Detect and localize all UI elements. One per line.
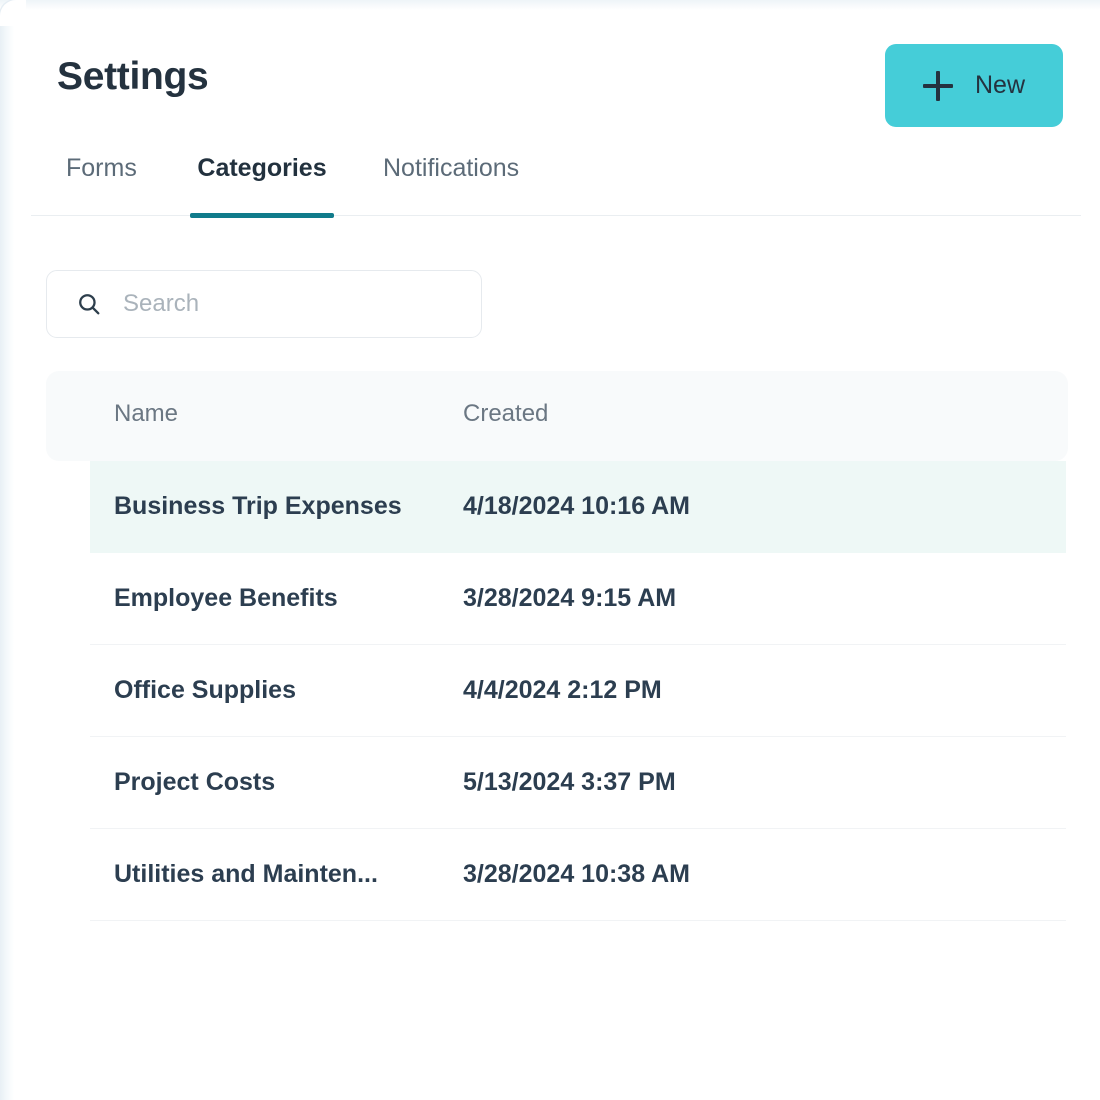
surface-left-shadow <box>0 0 14 1100</box>
cell-created: 3/28/2024 10:38 AM <box>463 860 691 888</box>
cell-created: 3/28/2024 9:15 AM <box>463 584 677 612</box>
table-row[interactable]: Business Trip Expenses 4/18/2024 10:16 A… <box>90 461 1066 553</box>
cell-created: 4/4/2024 2:12 PM <box>463 676 662 704</box>
cell-created: 5/13/2024 3:37 PM <box>463 768 676 796</box>
column-header-created: Created <box>463 400 549 427</box>
search-icon <box>79 294 100 315</box>
tab-categories-label: Categories <box>197 154 327 182</box>
tab-notifications[interactable]: Notifications <box>383 148 519 216</box>
surface-corner <box>0 0 26 26</box>
tab-forms-label: Forms <box>66 154 137 182</box>
cell-name: Employee Benefits <box>114 584 338 612</box>
search-input[interactable] <box>123 290 453 318</box>
cell-name: Utilities and Mainten... <box>114 860 378 888</box>
table-row[interactable]: Utilities and Mainten... 3/28/2024 10:38… <box>90 829 1066 921</box>
cell-created: 4/18/2024 10:16 AM <box>463 492 691 520</box>
cell-name: Business Trip Expenses <box>114 492 402 520</box>
plus-icon <box>922 70 953 101</box>
table-row[interactable]: Office Supplies 4/4/2024 2:12 PM <box>90 645 1066 737</box>
tab-bar: Forms Categories Notifications <box>31 148 1081 218</box>
table-header: Name Created <box>46 371 1068 461</box>
new-button[interactable]: New <box>885 44 1063 127</box>
cell-name: Project Costs <box>114 768 276 796</box>
table-row[interactable]: Project Costs 5/13/2024 3:37 PM <box>90 737 1066 829</box>
tab-forms[interactable]: Forms <box>66 148 137 216</box>
categories-table: Name Created Business Trip Expenses 4/18… <box>46 371 1068 921</box>
new-button-label: New <box>974 71 1025 99</box>
column-header-name: Name <box>114 400 179 427</box>
page-title: Settings <box>57 55 209 98</box>
table-body: Business Trip Expenses 4/18/2024 10:16 A… <box>90 461 1066 921</box>
surface-top-shadow <box>0 0 1100 10</box>
settings-page: Settings New Forms Categories Notificati… <box>0 0 1100 1100</box>
tab-notifications-label: Notifications <box>383 154 520 182</box>
search-box[interactable] <box>46 270 482 338</box>
cell-name: Office Supplies <box>114 676 296 704</box>
tab-categories[interactable]: Categories <box>190 148 334 218</box>
page-header: Settings New <box>57 44 1063 128</box>
table-row[interactable]: Employee Benefits 3/28/2024 9:15 AM <box>90 553 1066 645</box>
